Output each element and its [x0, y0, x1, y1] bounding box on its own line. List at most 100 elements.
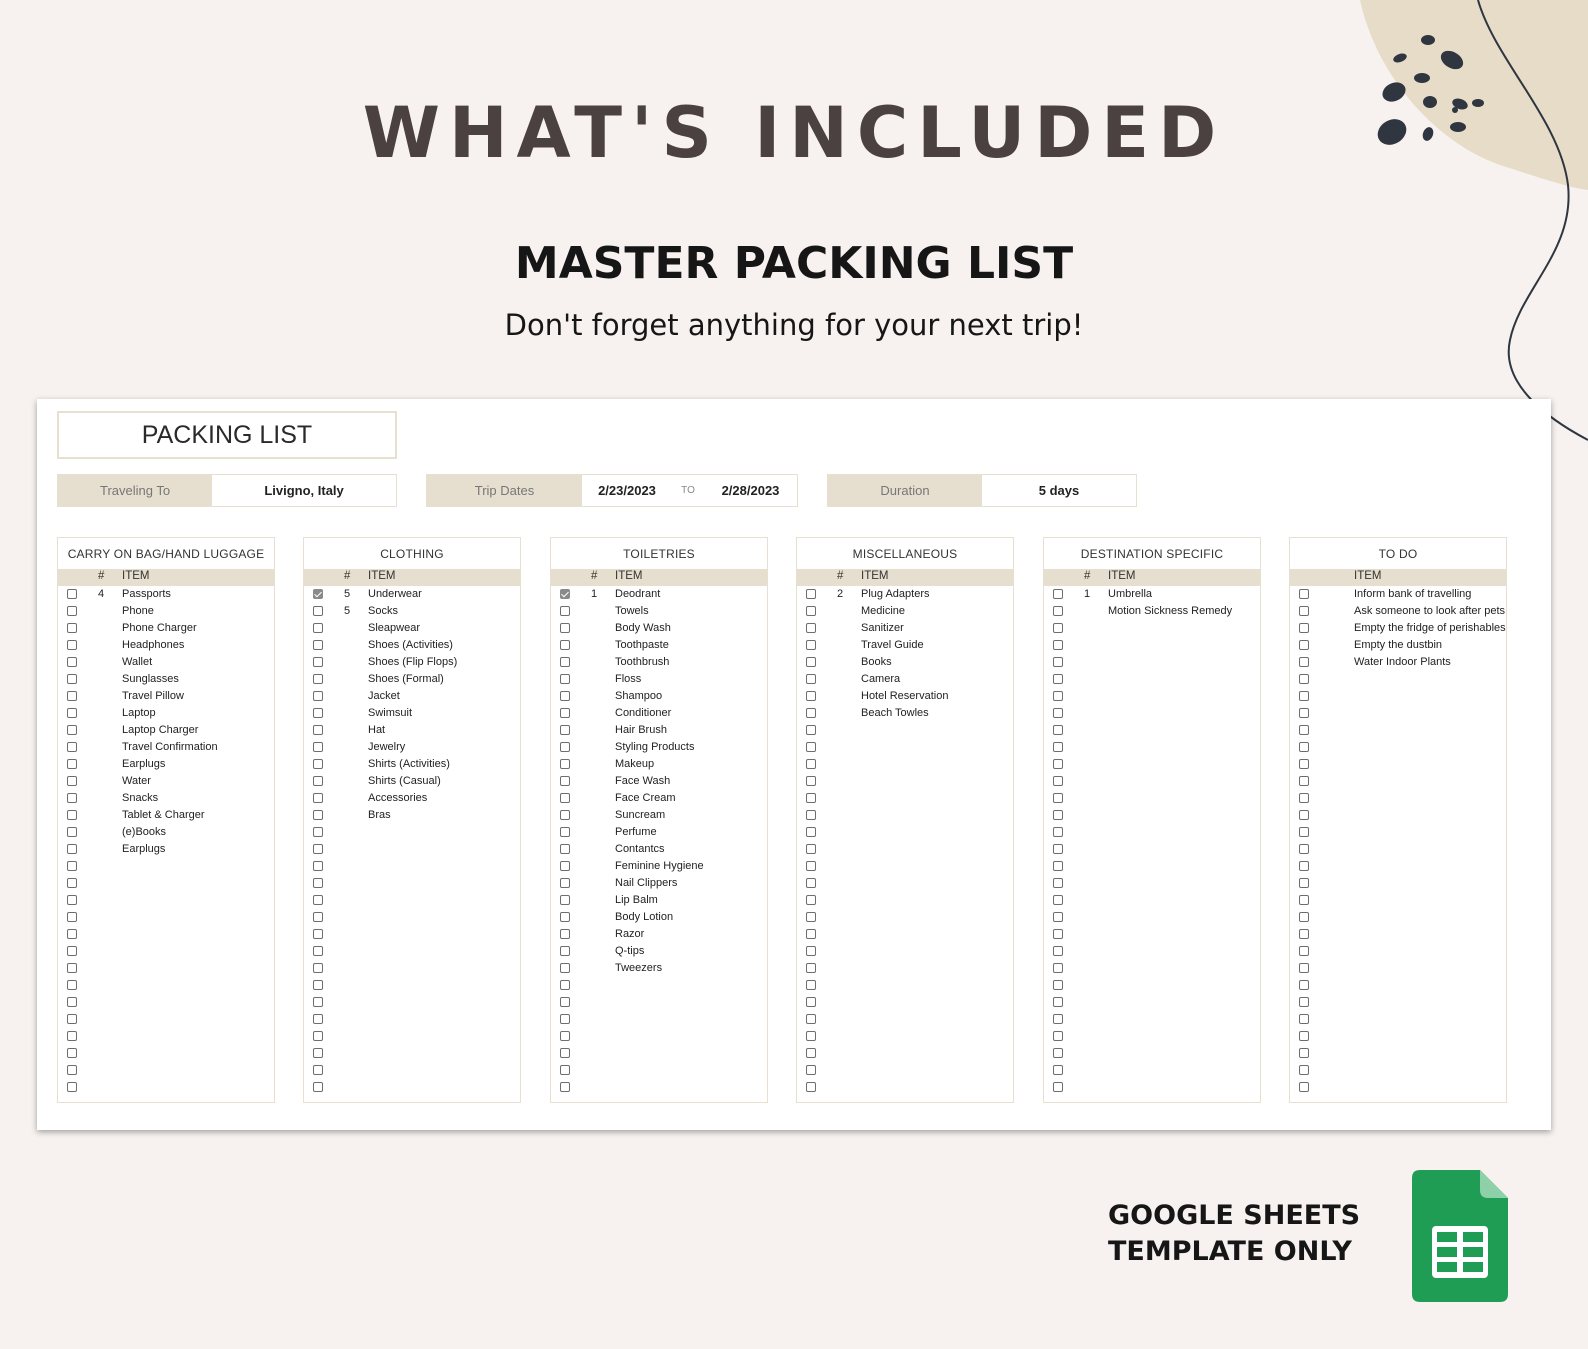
item-checkbox[interactable]	[560, 793, 570, 803]
item-checkbox[interactable]	[313, 1082, 323, 1092]
item-checkbox[interactable]	[1053, 674, 1063, 684]
item-checkbox[interactable]	[67, 963, 77, 973]
item-checkbox[interactable]	[67, 827, 77, 837]
item-checkbox[interactable]	[806, 810, 816, 820]
item-checkbox[interactable]	[1053, 742, 1063, 752]
item-checkbox[interactable]	[67, 1065, 77, 1075]
item-checkbox[interactable]	[806, 895, 816, 905]
item-checkbox[interactable]	[560, 861, 570, 871]
item-checkbox[interactable]	[1299, 623, 1309, 633]
item-checkbox[interactable]	[560, 776, 570, 786]
item-checkbox[interactable]	[1299, 878, 1309, 888]
item-checkbox[interactable]	[1299, 1031, 1309, 1041]
item-checkbox[interactable]	[313, 946, 323, 956]
item-checkbox[interactable]	[1053, 980, 1063, 990]
item-checkbox[interactable]	[67, 742, 77, 752]
item-checkbox[interactable]	[806, 980, 816, 990]
item-checkbox[interactable]	[313, 861, 323, 871]
item-checkbox[interactable]	[313, 640, 323, 650]
item-checkbox[interactable]	[1299, 691, 1309, 701]
item-checkbox[interactable]	[806, 742, 816, 752]
item-checkbox[interactable]	[1053, 725, 1063, 735]
item-checkbox[interactable]	[1053, 776, 1063, 786]
item-checkbox[interactable]	[806, 759, 816, 769]
item-checkbox[interactable]	[67, 776, 77, 786]
item-checkbox[interactable]	[1053, 861, 1063, 871]
item-checkbox[interactable]	[1299, 810, 1309, 820]
item-checkbox[interactable]	[1053, 708, 1063, 718]
item-checkbox[interactable]	[313, 878, 323, 888]
item-checkbox[interactable]	[1053, 810, 1063, 820]
item-checkbox[interactable]	[67, 589, 77, 599]
item-checkbox[interactable]	[560, 640, 570, 650]
item-checkbox[interactable]	[67, 946, 77, 956]
item-checkbox[interactable]	[67, 810, 77, 820]
item-checkbox[interactable]	[806, 912, 816, 922]
item-checkbox[interactable]	[67, 1082, 77, 1092]
item-checkbox[interactable]	[560, 691, 570, 701]
item-checkbox[interactable]	[806, 657, 816, 667]
item-checkbox[interactable]	[313, 912, 323, 922]
item-checkbox[interactable]	[1299, 844, 1309, 854]
item-checkbox[interactable]	[67, 844, 77, 854]
item-checkbox[interactable]	[1299, 963, 1309, 973]
item-checkbox[interactable]	[313, 929, 323, 939]
item-checkbox[interactable]	[1053, 691, 1063, 701]
item-checkbox[interactable]	[1299, 1048, 1309, 1058]
item-checkbox[interactable]	[560, 946, 570, 956]
item-checkbox[interactable]	[313, 895, 323, 905]
item-checkbox[interactable]	[67, 606, 77, 616]
item-checkbox[interactable]	[560, 810, 570, 820]
item-checkbox[interactable]	[560, 912, 570, 922]
item-checkbox[interactable]	[313, 674, 323, 684]
item-checkbox[interactable]	[560, 844, 570, 854]
item-checkbox[interactable]	[806, 623, 816, 633]
item-checkbox[interactable]	[1053, 1082, 1063, 1092]
item-checkbox[interactable]	[67, 623, 77, 633]
item-checkbox[interactable]	[560, 1082, 570, 1092]
item-checkbox[interactable]	[1299, 776, 1309, 786]
item-checkbox[interactable]	[806, 793, 816, 803]
item-checkbox[interactable]	[67, 708, 77, 718]
item-checkbox[interactable]	[1299, 606, 1309, 616]
item-checkbox[interactable]	[313, 1014, 323, 1024]
item-checkbox[interactable]	[1299, 912, 1309, 922]
trip-end-date[interactable]: 2/28/2023	[704, 475, 797, 506]
item-checkbox[interactable]	[67, 1031, 77, 1041]
item-checkbox[interactable]	[806, 708, 816, 718]
item-checkbox[interactable]	[806, 725, 816, 735]
item-checkbox[interactable]	[313, 725, 323, 735]
item-checkbox[interactable]	[560, 929, 570, 939]
item-checkbox[interactable]	[67, 929, 77, 939]
item-checkbox[interactable]	[806, 997, 816, 1007]
item-checkbox[interactable]	[806, 1082, 816, 1092]
item-checkbox[interactable]	[560, 1048, 570, 1058]
item-checkbox[interactable]	[1053, 589, 1063, 599]
item-checkbox[interactable]	[806, 861, 816, 871]
item-checkbox[interactable]	[67, 691, 77, 701]
item-checkbox[interactable]	[806, 640, 816, 650]
item-checkbox[interactable]	[1053, 657, 1063, 667]
item-checkbox[interactable]	[313, 844, 323, 854]
item-checkbox[interactable]	[67, 895, 77, 905]
item-checkbox[interactable]	[560, 759, 570, 769]
item-checkbox[interactable]	[67, 793, 77, 803]
item-checkbox[interactable]	[560, 606, 570, 616]
item-checkbox[interactable]	[313, 691, 323, 701]
item-checkbox[interactable]	[1299, 725, 1309, 735]
item-checkbox[interactable]	[806, 606, 816, 616]
item-checkbox[interactable]	[1299, 1014, 1309, 1024]
item-checkbox[interactable]	[806, 1065, 816, 1075]
item-checkbox[interactable]	[1299, 1082, 1309, 1092]
item-checkbox[interactable]	[1053, 878, 1063, 888]
item-checkbox[interactable]	[67, 912, 77, 922]
item-checkbox[interactable]	[560, 963, 570, 973]
item-checkbox[interactable]	[1299, 980, 1309, 990]
item-checkbox[interactable]	[313, 810, 323, 820]
item-checkbox[interactable]	[1053, 963, 1063, 973]
item-checkbox[interactable]	[67, 640, 77, 650]
item-checkbox[interactable]	[1299, 708, 1309, 718]
item-checkbox[interactable]	[1053, 929, 1063, 939]
item-checkbox[interactable]	[313, 1048, 323, 1058]
item-checkbox[interactable]	[1053, 1031, 1063, 1041]
